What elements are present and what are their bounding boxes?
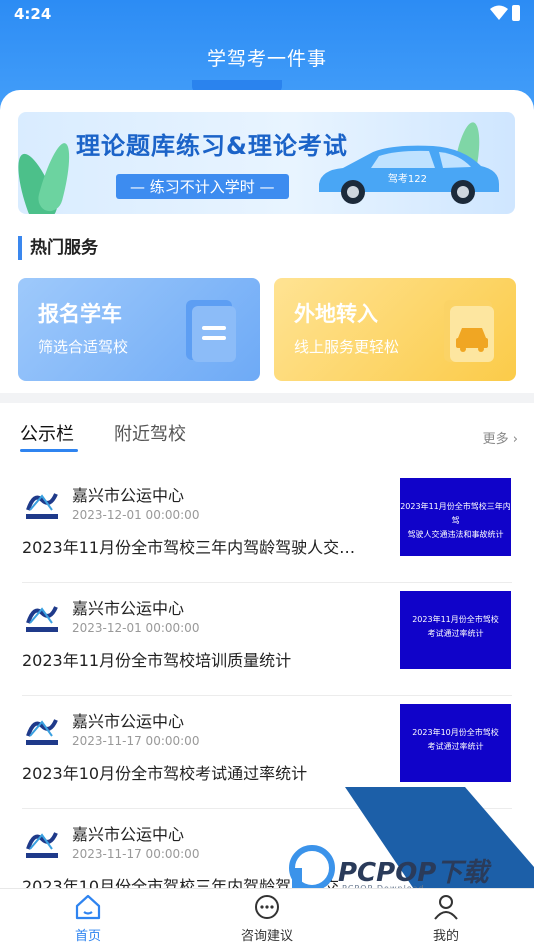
wifi-icon: [490, 5, 508, 20]
thumb-line: 2023年11月份全市驾校三年内驾: [400, 502, 511, 525]
news-date: 2023-11-17 00:00:00: [72, 734, 200, 748]
nav-home-label: 首页: [74, 929, 101, 944]
section-divider: [0, 393, 534, 403]
status-time: 4:24: [14, 5, 52, 23]
nav-profile-label: 我的: [432, 929, 459, 944]
list-item[interactable]: 嘉兴市公运中心 2023-12-01 00:00:00 2023年11月份全市驾…: [0, 583, 534, 696]
service-title: 报名学车: [38, 302, 122, 326]
tab-nearby-schools[interactable]: 附近驾校: [114, 420, 186, 446]
news-date: 2023-12-01 00:00:00: [72, 508, 200, 522]
theory-exam-banner[interactable]: 理论题库练习&理论考试 — 练习不计入学时 — 驾考122: [18, 112, 515, 214]
thumb-line: 考试通过率统计: [427, 742, 484, 751]
battery-icon: [512, 5, 520, 21]
car-icon: [444, 300, 494, 362]
car-plate: 驾考122: [387, 174, 427, 185]
news-headline: 2023年11月份全市驾校三年内驾龄驾驶人交…: [22, 538, 356, 557]
nav-feedback-label: 咨询建议: [240, 929, 293, 944]
nav-profile[interactable]: 我的: [386, 893, 506, 944]
service-subtitle: 筛选合适驾校: [38, 338, 129, 356]
news-date: 2023-11-17 00:00:00: [72, 847, 200, 861]
news-date: 2023-12-01 00:00:00: [72, 621, 200, 635]
chevron-right-icon: ›: [512, 432, 518, 447]
nav-home[interactable]: 首页: [28, 893, 148, 944]
jiaxing-traffic-logo-icon: [22, 599, 62, 639]
page-title: 学驾考一件事: [206, 48, 327, 70]
jiaxing-traffic-logo-icon: [22, 712, 62, 752]
service-title: 外地转入: [294, 302, 378, 326]
news-thumbnail: 2023年11月份全市驾校三年内驾 驾驶人交通违法和事故统计: [400, 478, 511, 556]
news-org: 嘉兴市公运中心: [72, 712, 185, 731]
tab-bulletin[interactable]: 公示栏: [20, 420, 74, 446]
news-org: 嘉兴市公运中心: [72, 825, 185, 844]
list-item[interactable]: 嘉兴市公运中心 2023-12-01 00:00:00 2023年11月份全市驾…: [0, 470, 534, 583]
news-headline: 2023年10月份全市驾校考试通过率统计: [22, 764, 308, 783]
more-link[interactable]: 更多 ›: [483, 428, 518, 447]
hot-services-title: 热门服务: [18, 236, 98, 260]
chat-icon: [255, 895, 279, 919]
user-icon: [434, 895, 458, 920]
thumb-line: 2023年11月份全市驾校: [412, 615, 499, 624]
banner-headline: 理论题库练习&理论考试: [76, 132, 348, 160]
transfer-service-card[interactable]: 外地转入 线上服务更轻松: [274, 278, 516, 381]
news-headline: 2023年11月份全市驾校培训质量统计: [22, 651, 292, 670]
news-org: 嘉兴市公运中心: [72, 486, 185, 505]
jiaxing-traffic-logo-icon: [22, 486, 62, 526]
thumb-line: 考试通过率统计: [427, 629, 484, 638]
thumb-line: 2023年10月份全市驾校: [412, 728, 499, 737]
news-org: 嘉兴市公运中心: [72, 599, 185, 618]
status-bar: 4:24: [0, 0, 534, 28]
more-label: 更多: [482, 432, 509, 447]
banner-subline: — 练习不计入学时 —: [116, 174, 289, 199]
nav-feedback[interactable]: 咨询建议: [207, 893, 327, 944]
home-icon: [75, 894, 101, 920]
news-thumbnail: 2023年11月份全市驾校 考试通过率统计: [400, 591, 511, 669]
enroll-service-card[interactable]: 报名学车 筛选合适驾校: [18, 278, 260, 381]
jiaxing-traffic-logo-icon: [22, 825, 62, 865]
thumb-line: 驾驶人交通违法和事故统计: [407, 530, 504, 539]
tab-underline: [20, 449, 78, 452]
document-icon: [186, 300, 236, 362]
service-subtitle: 线上服务更轻松: [294, 338, 400, 356]
bottom-nav: 首页 咨询建议 我的: [0, 888, 534, 950]
news-thumbnail: 2023年10月份全市驾校 考试通过率统计: [400, 704, 511, 782]
